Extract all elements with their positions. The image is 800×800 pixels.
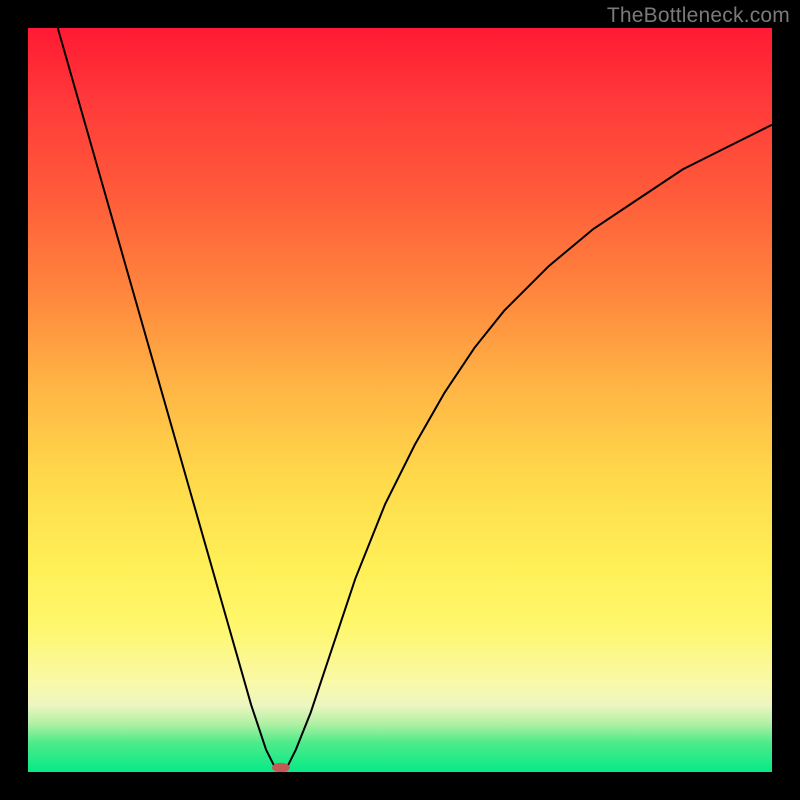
curve-svg xyxy=(28,28,772,772)
watermark-text: TheBottleneck.com xyxy=(607,4,790,28)
bottleneck-curve xyxy=(58,28,772,769)
plot-area xyxy=(28,28,772,772)
chart-frame: TheBottleneck.com xyxy=(0,0,800,800)
minimum-marker xyxy=(272,763,290,772)
